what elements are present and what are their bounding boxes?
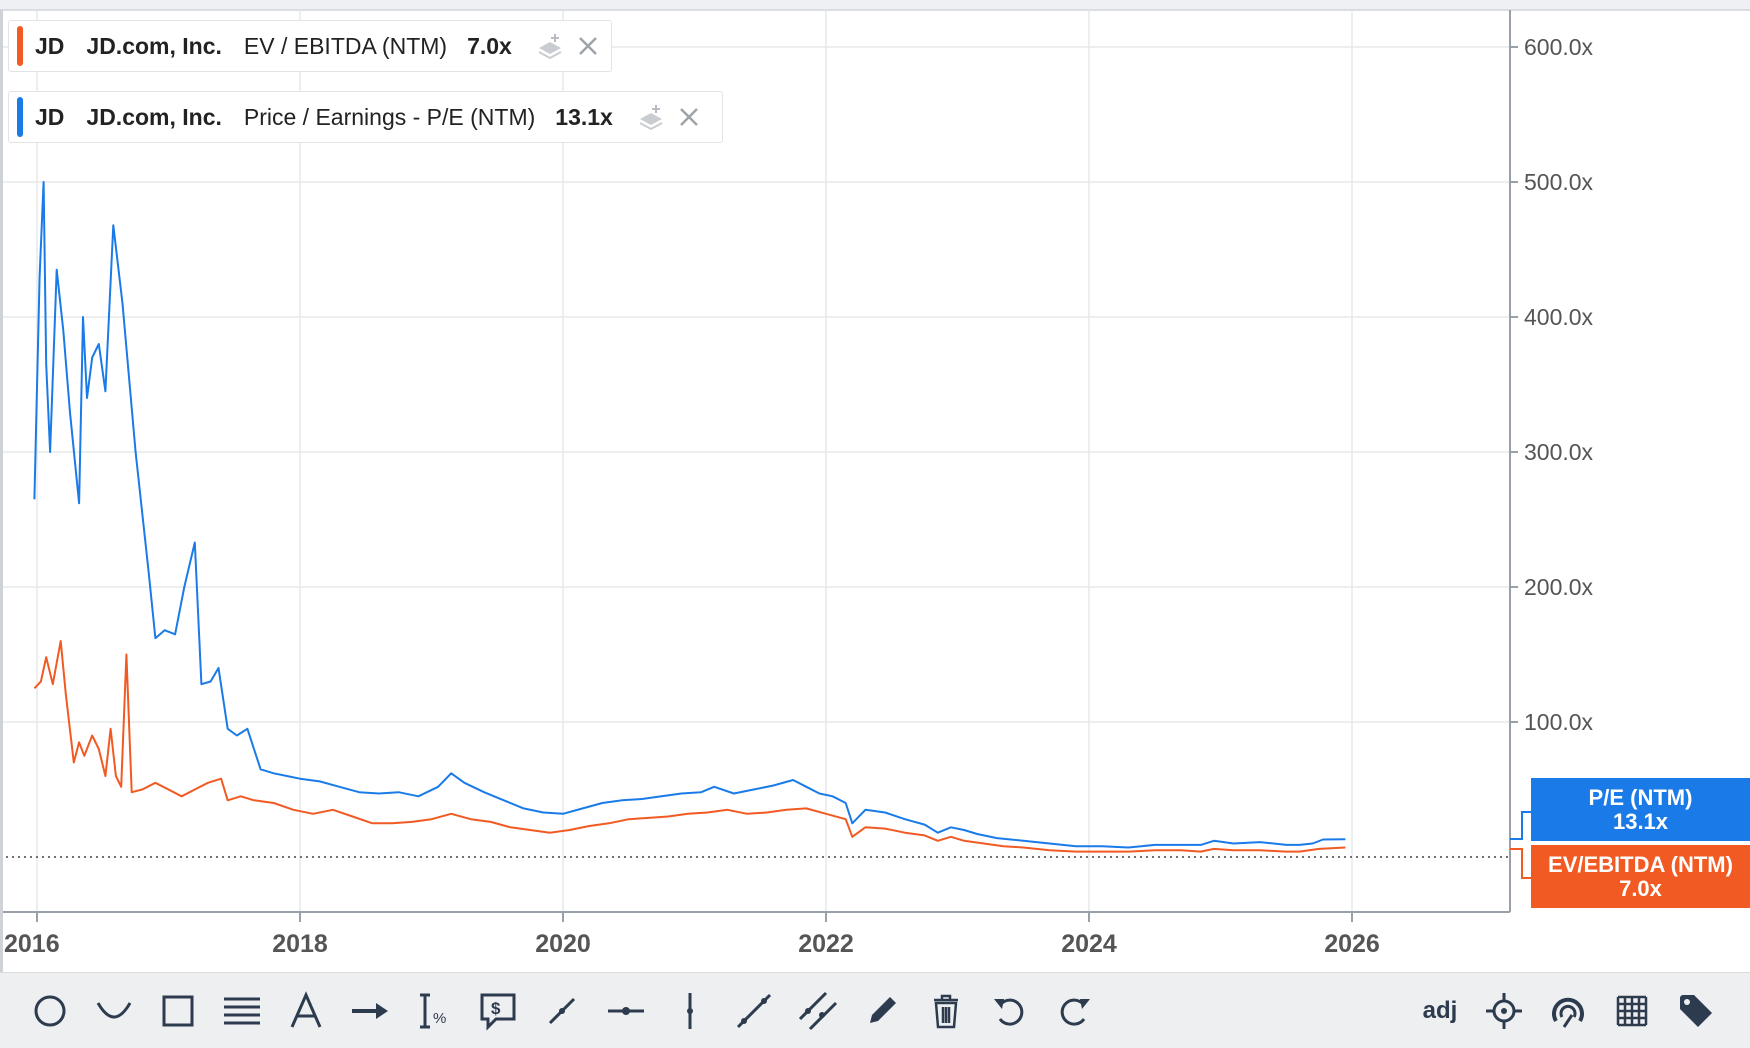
tag-tool[interactable]: [1670, 985, 1722, 1037]
undo-icon: [994, 998, 1024, 1026]
redo-icon: [1060, 998, 1090, 1026]
adjusted-toggle[interactable]: adj: [1414, 985, 1466, 1037]
pe-end-label: P/E (NTM) 13.1x: [1531, 778, 1750, 841]
fib-lines-icon: [224, 997, 260, 1025]
arrow-tool[interactable]: [344, 985, 396, 1037]
y-tick-label: 300.0x: [1524, 439, 1594, 465]
x-tick-label: 2020: [535, 930, 591, 958]
legend-company: JD.com, Inc.: [86, 32, 222, 59]
pencil-tool[interactable]: [856, 985, 908, 1037]
legend-company: JD.com, Inc.: [86, 103, 222, 130]
svg-text:$: $: [491, 999, 501, 1018]
pencil-icon: [870, 997, 896, 1023]
legend-item-pe[interactable]: JD JD.com, Inc. Price / Earnings - P/E (…: [8, 91, 723, 143]
x-axis-ticks: 2016 2018 2020 2022 2024 2026: [4, 912, 1380, 958]
delete-tool[interactable]: [920, 985, 972, 1037]
legend-ticker: JD: [35, 103, 65, 130]
y-tick-label: 400.0x: [1524, 304, 1594, 330]
legend-ticker: JD: [35, 32, 65, 59]
fib-lines-tool[interactable]: [216, 985, 268, 1037]
ray-icon: [736, 993, 772, 1029]
ellipse-tool[interactable]: [24, 985, 76, 1037]
series: [33, 181, 1346, 853]
chart-top-border: [0, 0, 1750, 10]
legend-value: 13.1x: [555, 103, 613, 130]
y-tick-label: 600.0x: [1524, 34, 1594, 60]
x-tick-label: 2018: [272, 930, 328, 958]
series-line-pe: [33, 181, 1346, 849]
layers-add-icon[interactable]: [536, 32, 564, 60]
x-tick-label: 2026: [1324, 930, 1380, 958]
price-note-tool[interactable]: $: [472, 985, 524, 1037]
trash-icon: [934, 994, 958, 1029]
percent-measure-icon: %: [420, 993, 446, 1029]
ev-end-label-value: 7.0x: [1619, 875, 1662, 901]
vertical-line-tool[interactable]: [664, 985, 716, 1037]
ev-end-label-name: EV/EBITDA (NTM): [1548, 851, 1733, 877]
arc-tool[interactable]: [88, 985, 140, 1037]
chart: 600.0x 500.0x 400.0x 300.0x 200.0x 100.0x 201…: [0, 0, 1750, 972]
percent-measure-tool[interactable]: %: [408, 985, 460, 1037]
chart-left-border: [0, 10, 3, 972]
y-tick-label: 200.0x: [1524, 574, 1594, 600]
legend-swatch: [17, 97, 23, 137]
pe-end-label-name: P/E (NTM): [1588, 784, 1693, 810]
vertical-line-icon: [687, 993, 693, 1029]
text-tool[interactable]: [280, 985, 332, 1037]
price-note-icon: $: [480, 993, 516, 1031]
pe-end-label-value: 13.1x: [1612, 808, 1669, 834]
arc-icon: [96, 1002, 132, 1019]
ellipse-icon: [34, 995, 66, 1027]
close-icon[interactable]: [574, 32, 602, 60]
horizontal-line-icon: [608, 1007, 644, 1015]
legend-metric: Price / Earnings - P/E (NTM): [243, 103, 536, 130]
legend-item-ev-ebitda[interactable]: JD JD.com, Inc. EV / EBITDA (NTM) 7.0x: [8, 20, 612, 72]
text-icon: [290, 991, 322, 1028]
parallel-channel-tool[interactable]: [792, 985, 844, 1037]
trendline-tool[interactable]: [536, 985, 588, 1037]
magnet-tool[interactable]: [1542, 985, 1594, 1037]
legend-value: 7.0x: [467, 32, 512, 59]
x-tick-label: 2022: [798, 930, 854, 958]
drawing-toolbar: % $ adj: [0, 972, 1750, 1048]
x-tick-label: 2016: [4, 930, 60, 958]
rectangle-icon: [162, 995, 194, 1027]
legend-metric: EV / EBITDA (NTM): [243, 32, 448, 59]
ray-tool[interactable]: [728, 985, 780, 1037]
layers-add-icon[interactable]: [637, 103, 665, 131]
pe-end-connector: [1510, 811, 1531, 840]
y-tick-label: 500.0x: [1524, 169, 1594, 195]
ev-end-connector: [1510, 848, 1531, 879]
crosshair-tool[interactable]: [1478, 985, 1530, 1037]
y-tick-label: 100.0x: [1524, 709, 1594, 735]
ev-end-label: EV/EBITDA (NTM) 7.0x: [1531, 845, 1750, 908]
rectangle-tool[interactable]: [152, 985, 204, 1037]
crosshair-icon: [1486, 993, 1522, 1029]
svg-text:%: %: [433, 1010, 446, 1027]
horizontal-line-tool[interactable]: [600, 985, 652, 1037]
end-label-connectors: [1510, 811, 1531, 879]
close-icon[interactable]: [675, 103, 703, 131]
legend-swatch: [17, 26, 23, 66]
y-axis-ticks: 600.0x 500.0x 400.0x 300.0x 200.0x 100.0x: [1510, 34, 1594, 735]
grid-tool[interactable]: [1606, 985, 1658, 1037]
series-line-ev-ebitda: [33, 640, 1346, 853]
magnet-icon: [1552, 997, 1584, 1028]
tag-icon: [1680, 995, 1712, 1027]
arrow-icon: [352, 1003, 388, 1019]
redo-tool[interactable]: [1048, 985, 1100, 1037]
trendline-icon: [548, 997, 576, 1025]
grid: [0, 10, 1510, 912]
undo-tool[interactable]: [984, 985, 1036, 1037]
grid-icon: [1616, 995, 1648, 1027]
x-tick-label: 2024: [1061, 930, 1117, 958]
parallel-channel-icon: [798, 991, 838, 1031]
